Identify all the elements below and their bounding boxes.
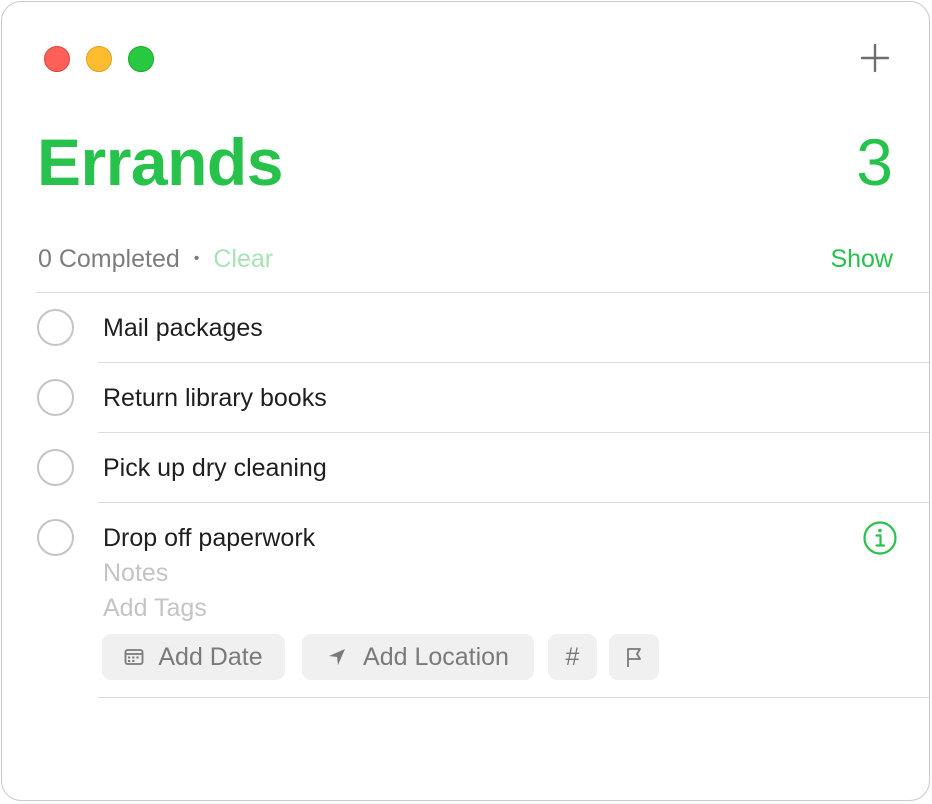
reminders-window: Errands 3 0 Completed • Clear Show Mail … [1, 1, 930, 801]
completed-count: 0 Completed [38, 244, 180, 273]
close-button[interactable] [44, 46, 70, 72]
minimize-button[interactable] [86, 46, 112, 72]
task-checkbox[interactable] [37, 379, 74, 416]
flag-button[interactable] [609, 634, 659, 680]
task-title[interactable]: Mail packages [103, 313, 263, 343]
flag-icon [627, 648, 641, 667]
task-checkbox[interactable] [37, 449, 74, 486]
task-title[interactable]: Drop off paperwork [103, 523, 315, 553]
plus-icon [860, 43, 890, 73]
tags-field[interactable]: Add Tags [103, 593, 207, 623]
clear-completed-button[interactable]: Clear [213, 245, 273, 274]
divider [98, 362, 929, 363]
info-icon[interactable] [862, 520, 898, 556]
location-arrow-icon [329, 649, 346, 665]
task-checkbox[interactable] [37, 309, 74, 346]
list-title: Errands [37, 125, 283, 199]
show-completed-button[interactable]: Show [830, 245, 893, 274]
separator-dot: • [193, 250, 200, 267]
add-tag-button[interactable]: # [548, 634, 597, 680]
add-location-button[interactable]: Add Location [302, 634, 534, 680]
hash-icon: # [565, 642, 580, 671]
add-date-label: Add Date [158, 642, 263, 671]
add-date-button[interactable]: Add Date [102, 634, 285, 680]
zoom-button[interactable] [128, 46, 154, 72]
add-reminder-button[interactable] [855, 38, 895, 78]
window-controls [44, 46, 154, 72]
notes-field[interactable]: Notes [103, 558, 168, 588]
divider [36, 292, 929, 293]
divider [98, 697, 929, 698]
divider [98, 432, 929, 433]
completed-bar: 0 Completed • Clear Show [38, 242, 893, 276]
list-count: 3 [856, 125, 893, 199]
task-title[interactable]: Return library books [103, 383, 327, 413]
divider [98, 502, 929, 503]
calendar-icon [124, 649, 144, 665]
task-checkbox[interactable] [37, 519, 74, 556]
add-location-label: Add Location [363, 642, 509, 671]
task-title[interactable]: Pick up dry cleaning [103, 453, 327, 483]
